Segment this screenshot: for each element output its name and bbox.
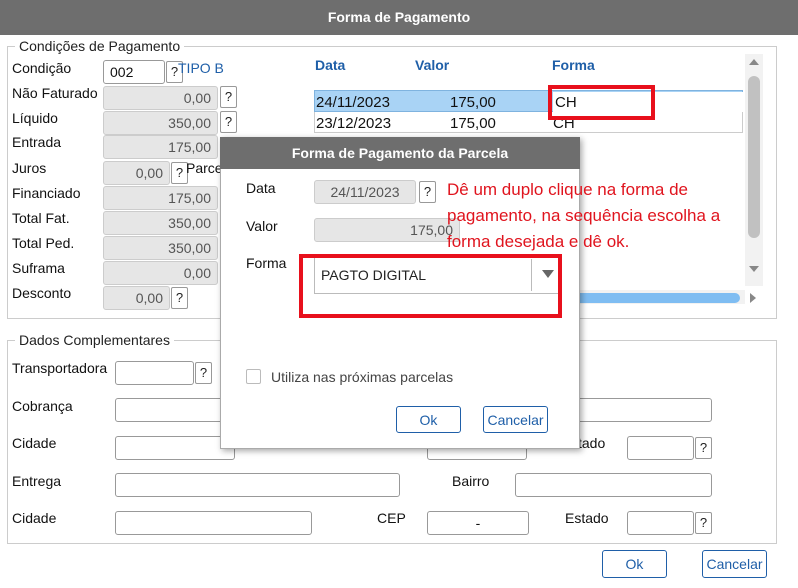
transportadora-help-button[interactable]: ? xyxy=(195,362,212,384)
cidade2-label: Cidade xyxy=(12,510,57,526)
cancel-button[interactable]: Cancelar xyxy=(702,550,767,578)
row2-valor: 175,00 xyxy=(450,115,496,132)
forma-highlight-box xyxy=(548,85,655,120)
liquido-field: 350,00 xyxy=(103,111,218,135)
grid-header-forma[interactable]: Forma xyxy=(552,57,595,73)
suframa-label: Suframa xyxy=(12,260,65,276)
condicoes-title: Condições de Pagamento xyxy=(15,38,185,54)
estado2-help-button[interactable]: ? xyxy=(695,512,712,534)
utiliza-proximas-label: Utiliza nas próximas parcelas xyxy=(271,369,454,385)
utiliza-proximas-checkbox[interactable] xyxy=(246,369,261,384)
condicao-description: TIPO B xyxy=(178,60,224,76)
nao-faturado-field: 0,00 xyxy=(103,86,218,110)
condicao-input[interactable]: 002 xyxy=(103,60,165,84)
cidade2-input[interactable] xyxy=(115,511,312,535)
cep-input[interactable]: - xyxy=(427,511,529,535)
total-fat-label: Total Fat. xyxy=(12,210,70,226)
dados-title: Dados Complementares xyxy=(15,332,174,348)
forma-select-highlight-box xyxy=(299,254,562,318)
grid-header-data[interactable]: Data xyxy=(315,57,345,73)
estado-input[interactable] xyxy=(627,436,694,460)
liquido-label: Líquido xyxy=(12,110,58,126)
dialog-valor-label: Valor xyxy=(246,218,278,234)
suframa-field: 0,00 xyxy=(103,261,218,285)
desconto-label: Desconto xyxy=(12,285,72,301)
condicao-label: Condição xyxy=(12,60,72,76)
dialog-ok-button[interactable]: Ok xyxy=(396,406,461,433)
total-fat-field: 350,00 xyxy=(103,211,218,235)
juros-field: 0,00 xyxy=(103,161,170,185)
dialog-forma-label: Forma xyxy=(246,255,287,271)
total-ped-label: Total Ped. xyxy=(12,235,75,251)
entrega-label: Entrega xyxy=(12,473,62,489)
total-ped-field: 350,00 xyxy=(103,236,218,260)
dialog-data-label: Data xyxy=(246,180,276,196)
nao-faturado-help-button[interactable]: ? xyxy=(220,86,237,108)
transportadora-input[interactable] xyxy=(115,361,194,385)
dialog-title: Forma de Pagamento da Parcela xyxy=(220,137,580,169)
financiado-label: Financiado xyxy=(12,185,81,201)
dialog-valor-field: 175,00 xyxy=(314,218,460,242)
window-title: Forma de Pagamento xyxy=(0,0,798,35)
scroll-right-arrow-icon[interactable] xyxy=(750,293,756,303)
entrada-label: Entrada xyxy=(12,134,62,150)
parcelas-label: Parce xyxy=(186,160,223,176)
bairro-input[interactable] xyxy=(515,473,712,497)
cobranca-extra-input[interactable] xyxy=(575,398,712,422)
nao-faturado-label: Não Faturado xyxy=(12,85,98,101)
cidade-label: Cidade xyxy=(12,435,57,451)
liquido-help-button[interactable]: ? xyxy=(220,111,237,133)
row1-data: 24/11/2023 xyxy=(316,94,390,111)
estado-label: tado xyxy=(578,435,606,451)
estado2-label: Estado xyxy=(565,510,609,526)
entrada-field: 175,00 xyxy=(103,135,218,159)
entrega-input[interactable] xyxy=(115,473,400,497)
row2-data: 23/12/2023 xyxy=(316,115,392,132)
transportadora-label: Transportadora xyxy=(12,360,108,376)
row1-valor: 175,00 xyxy=(450,94,496,111)
cobranca-input[interactable] xyxy=(115,398,235,422)
scroll-down-arrow-icon[interactable] xyxy=(749,266,759,272)
dialog-data-field: 24/11/2023 xyxy=(314,180,416,204)
bairro-label: Bairro xyxy=(452,473,490,489)
cobranca-label: Cobrança xyxy=(12,398,73,414)
financiado-field: 175,00 xyxy=(103,186,218,210)
cep-label: CEP xyxy=(377,510,406,526)
instruction-annotation: Dê um duplo clique na forma de pagamento… xyxy=(447,180,721,251)
dialog-data-help-button[interactable]: ? xyxy=(419,181,436,203)
horizontal-scroll-thumb[interactable] xyxy=(560,293,740,303)
estado2-input[interactable] xyxy=(627,511,694,535)
juros-label: Juros xyxy=(12,160,47,176)
scroll-up-arrow-icon[interactable] xyxy=(749,59,759,65)
dialog-cancel-button[interactable]: Cancelar xyxy=(483,406,548,433)
ok-button[interactable]: Ok xyxy=(602,550,667,578)
desconto-help-button[interactable]: ? xyxy=(171,287,188,309)
cidade-input[interactable] xyxy=(115,436,235,460)
desconto-field: 0,00 xyxy=(103,286,170,310)
estado-help-button[interactable]: ? xyxy=(695,437,712,459)
grid-header-valor[interactable]: Valor xyxy=(415,57,449,73)
